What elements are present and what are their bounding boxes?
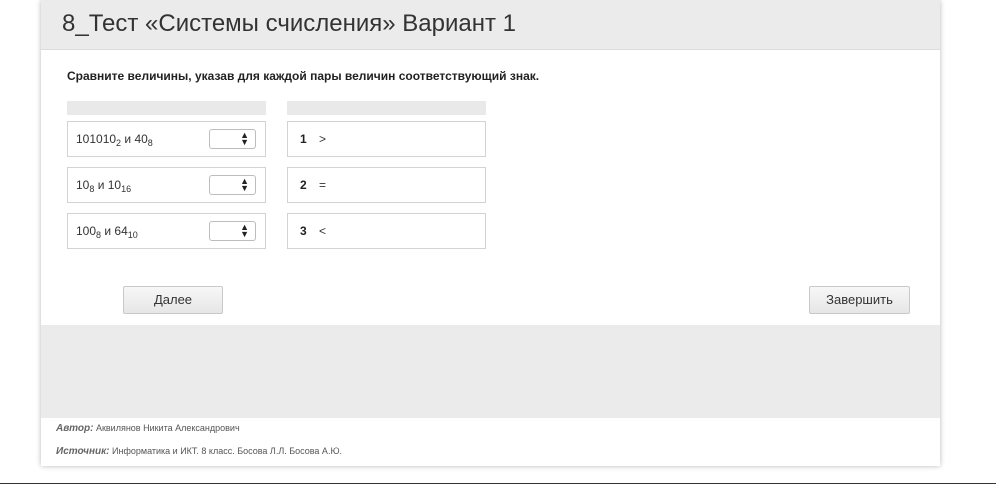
comparison-item: 1010102 и 408 ▲ ▼ (67, 121, 266, 157)
source-line: Источник: Информатика и ИКТ. 8 класс. Бо… (56, 446, 342, 457)
page-title: 8_Тест «Системы счисления» Вариант 1 (62, 10, 516, 37)
finish-button[interactable]: Завершить (809, 286, 910, 314)
value-b: 10 (107, 178, 122, 192)
conjunction: и (121, 132, 135, 146)
option-number: 1 (300, 132, 307, 146)
option-symbol: > (319, 132, 327, 146)
value-a: 101010 (76, 132, 117, 146)
source-label: Источник: (56, 446, 110, 457)
source-text: Информатика и ИКТ. 8 класс. Босова Л.Л. … (112, 446, 343, 456)
sign-select[interactable]: ▲ ▼ (209, 221, 256, 241)
option-symbol: < (319, 224, 327, 238)
conjunction: и (101, 224, 115, 238)
right-column-header (287, 101, 486, 115)
conjunction: и (94, 178, 108, 192)
next-button[interactable]: Далее (123, 286, 223, 314)
select-arrows-icon: ▲ ▼ (240, 176, 249, 193)
option-symbol: = (319, 178, 327, 192)
test-panel: 8_Тест «Системы счисления» Вариант 1 Сра… (41, 0, 940, 466)
select-arrows-icon: ▲ ▼ (240, 130, 249, 147)
value-b: 40 (134, 132, 148, 146)
page-header: 8_Тест «Системы счисления» Вариант 1 (41, 0, 940, 50)
comparison-item: 1008 и 6410 ▲ ▼ (67, 213, 266, 249)
value-a: 10 (76, 178, 90, 192)
answer-option: 3 < (287, 213, 486, 249)
sign-select[interactable]: ▲ ▼ (209, 129, 256, 149)
comparison-text: 1010102 и 408 (76, 132, 153, 148)
comparison-item: 108 и 1016 ▲ ▼ (67, 167, 266, 203)
base-b: 10 (127, 230, 138, 240)
value-a: 100 (76, 224, 97, 238)
comparison-text: 108 и 1016 (76, 178, 132, 194)
option-number: 3 (300, 224, 307, 238)
sign-select[interactable]: ▲ ▼ (209, 175, 256, 195)
comparison-text: 1008 и 6410 (76, 224, 138, 240)
author-label: Автор: (56, 423, 94, 434)
select-arrows-icon: ▲ ▼ (240, 222, 249, 239)
question-instruction: Сравните величины, указав для каждой пар… (67, 69, 540, 83)
left-column-header (67, 101, 266, 115)
author-name: Аквилянов Никита Александрович (95, 423, 240, 433)
author-line: Автор: Аквилянов Никита Александрович (56, 423, 240, 434)
base-b: 8 (147, 138, 153, 148)
footer-spacer (41, 325, 940, 418)
answer-option: 2 = (287, 167, 486, 203)
base-b: 16 (121, 184, 132, 194)
option-number: 2 (300, 178, 307, 192)
value-b: 64 (114, 224, 128, 238)
answer-option: 1 > (287, 121, 486, 157)
